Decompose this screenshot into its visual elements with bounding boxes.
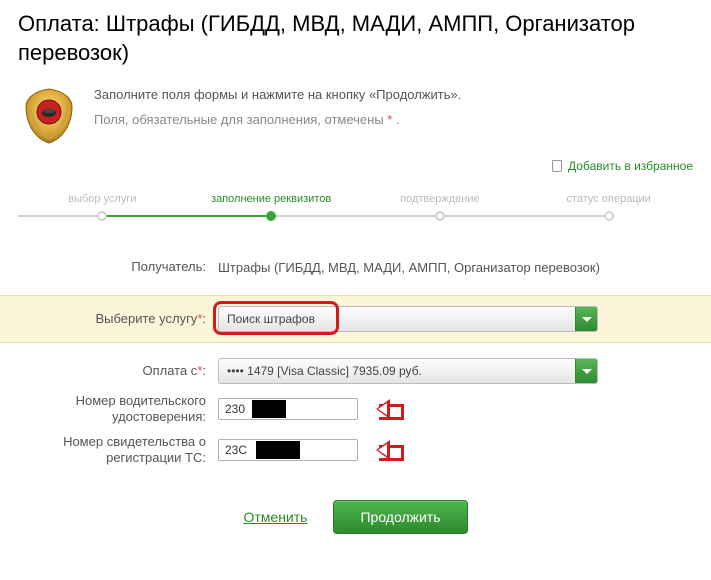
colon: :	[202, 311, 206, 326]
chevron-down-icon	[575, 307, 597, 331]
continue-button[interactable]: Продолжить	[333, 500, 467, 534]
row-vehicle-cert: Номер свидетельства о регистрации ТС:	[18, 430, 693, 471]
intro-required-prefix: Поля, обязательные для заполнения, отмеч…	[94, 112, 387, 127]
step-label: заполнение реквизитов	[211, 193, 331, 205]
bookmark-icon	[552, 160, 562, 172]
intro-instruction: Заполните поля формы и нажмите на кнопку…	[94, 87, 693, 102]
pay-from-label-text: Оплата с	[142, 363, 197, 378]
colon: :	[202, 363, 206, 378]
service-label: Выберите услугу*:	[18, 311, 218, 327]
pay-from-label: Оплата с*:	[18, 363, 218, 379]
actions-bar: Отменить Продолжить	[18, 500, 693, 534]
vehicle-cert-input[interactable]	[218, 439, 358, 461]
step-label: статус операции	[566, 193, 650, 205]
add-favorite-link[interactable]: Добавить в избранное	[552, 159, 693, 173]
recipient-value: Штрафы (ГИБДД, МВД, МАДИ, АМПП, Организа…	[218, 260, 600, 275]
cancel-button[interactable]: Отменить	[243, 509, 307, 525]
row-driver-license: Номер водительского удостоверения:	[18, 389, 693, 430]
chevron-down-icon	[575, 359, 597, 383]
intro-required-suffix: .	[392, 112, 399, 127]
driver-license-input[interactable]	[218, 398, 358, 420]
annotation-arrow-icon	[368, 441, 404, 459]
page-title: Оплата: Штрафы (ГИБДД, МВД, МАДИ, АМПП, …	[18, 10, 693, 67]
driver-license-label: Номер водительского удостоверения:	[18, 393, 218, 426]
step-label: выбор услуги	[68, 193, 136, 205]
service-select[interactable]: Поиск штрафов	[218, 306, 598, 332]
recipient-label: Получатель:	[18, 259, 218, 275]
service-selected-text: Поиск штрафов	[227, 312, 575, 326]
row-recipient: Получатель: Штрафы (ГИБДД, МВД, МАДИ, АМ…	[18, 249, 693, 285]
add-favorite-label: Добавить в избранное	[568, 159, 693, 173]
progress-stepper: выбор услуги заполнение реквизитов подтв…	[18, 193, 693, 221]
row-pay-from: Оплата с*: •••• 1479 [Visa Classic] 7935…	[18, 353, 693, 389]
vehicle-cert-label: Номер свидетельства о регистрации ТС:	[18, 434, 218, 467]
police-badge-icon	[18, 85, 80, 147]
step-label: подтверждение	[400, 193, 479, 205]
service-label-text: Выберите услугу	[95, 311, 197, 326]
intro-required-note: Поля, обязательные для заполнения, отмеч…	[94, 112, 693, 127]
row-select-service: Выберите услугу*: Поиск штрафов	[0, 295, 711, 343]
annotation-arrow-icon	[368, 400, 404, 418]
intro-block: Заполните поля формы и нажмите на кнопку…	[18, 85, 693, 147]
pay-from-selected-text: •••• 1479 [Visa Classic] 7935.09 руб.	[227, 364, 575, 378]
pay-from-select[interactable]: •••• 1479 [Visa Classic] 7935.09 руб.	[218, 358, 598, 384]
